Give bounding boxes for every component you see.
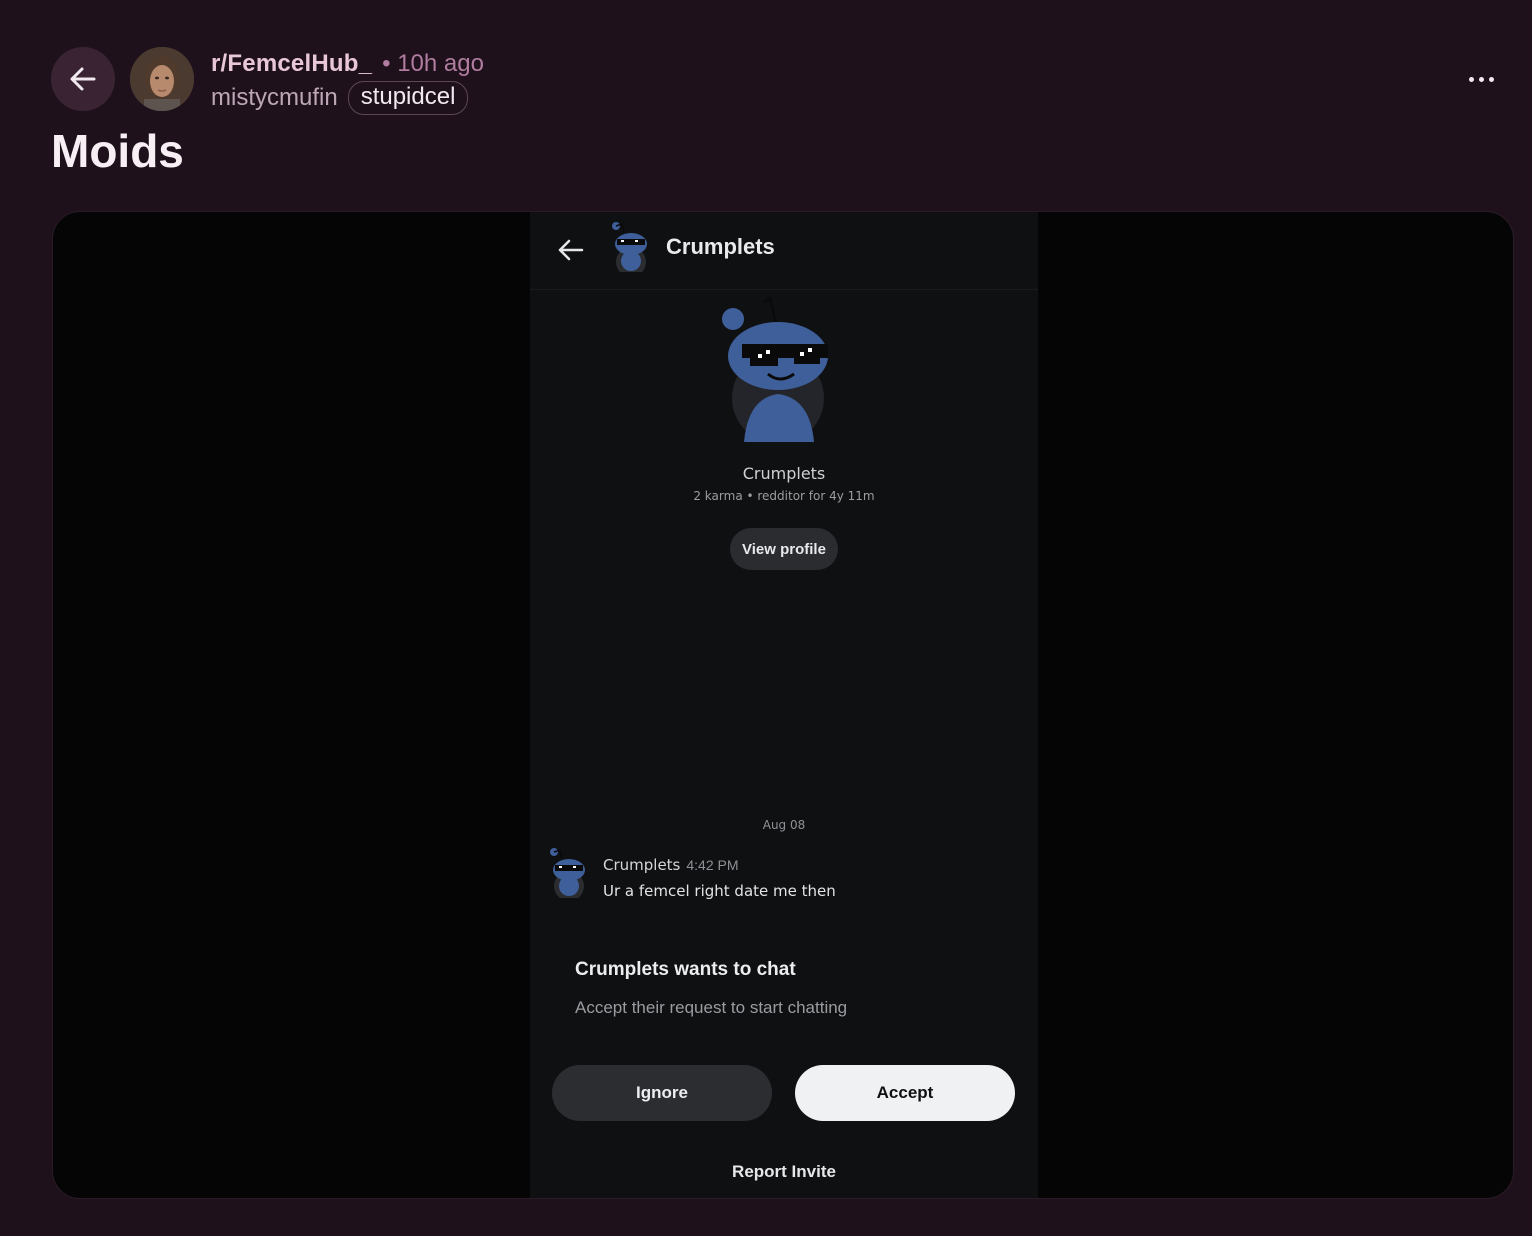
post-time: • 10h ago: [382, 50, 484, 77]
post-title: Moids: [51, 125, 184, 177]
chat-top-bar: Crumplets: [530, 212, 1038, 290]
more-options-button[interactable]: [1461, 63, 1501, 95]
profile-name: Crumplets: [742, 464, 826, 483]
message-time: 4:42 PM: [686, 857, 739, 873]
snoo-avatar-icon: [550, 848, 585, 898]
accept-button: Accept: [795, 1065, 1015, 1121]
author-username[interactable]: mistycmufin: [211, 84, 338, 112]
chat-partner-name: Crumplets: [666, 234, 775, 259]
ignore-button: Ignore: [552, 1065, 772, 1121]
post-image[interactable]: Crumplets Crumplets 2 karma • redditor f…: [52, 211, 1514, 1199]
post-header: r/FemcelHub_ • 10h ago mistycmufin stupi…: [51, 47, 1501, 115]
chat-screenshot: Crumplets Crumplets 2 karma • redditor f…: [530, 212, 1038, 1198]
back-button[interactable]: [51, 47, 115, 111]
subreddit-avatar[interactable]: [130, 47, 194, 111]
arrow-left-icon: [558, 239, 584, 261]
profile-stats: 2 karma • redditor for 4y 11m: [693, 489, 875, 503]
user-flair: stupidcel: [347, 81, 469, 115]
arrow-left-icon: [70, 67, 96, 91]
more-horizontal-icon: [1468, 76, 1474, 82]
chat-request-subtitle: Accept their request to start chatting: [575, 998, 848, 1017]
snoo-avatar-icon: [612, 222, 647, 272]
avatar-image: [130, 47, 194, 111]
snoo-avatar-icon: [722, 295, 828, 442]
chat-request-title: Crumplets wants to chat: [575, 959, 796, 980]
view-profile-button: View profile: [730, 528, 838, 570]
report-invite-link: Report Invite: [732, 1162, 836, 1181]
subreddit-name[interactable]: r/FemcelHub_: [211, 50, 372, 78]
date-separator: Aug 08: [762, 818, 806, 832]
message-header: Crumplets 4:42 PM: [603, 856, 739, 874]
message-text: Ur a femcel right date me then: [603, 882, 836, 900]
message-author: Crumplets: [603, 856, 681, 874]
